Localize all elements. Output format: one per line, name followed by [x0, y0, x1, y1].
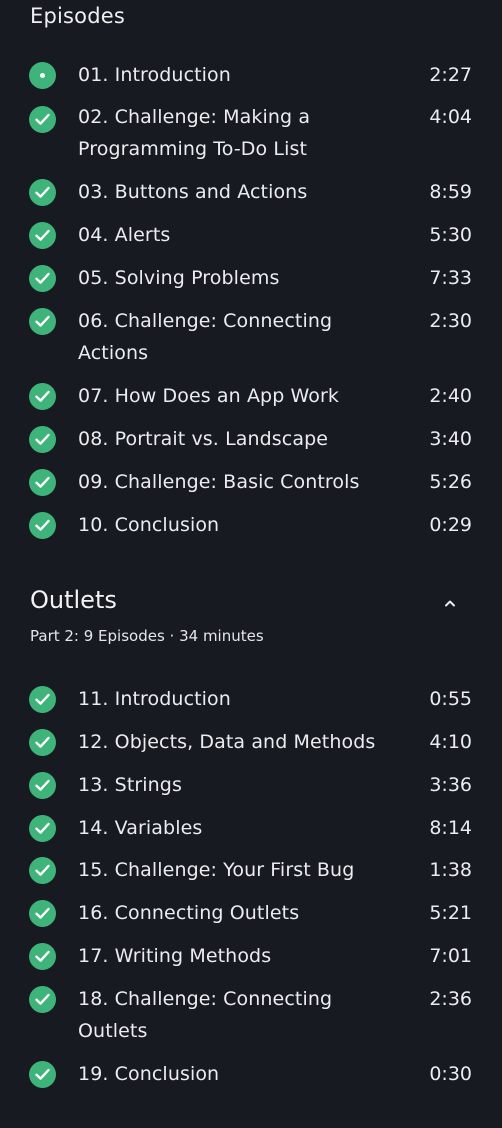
checkmark-icon [29, 1061, 56, 1088]
episode-title: 04. Alerts [78, 224, 171, 246]
episode-duration: 2:30 [429, 310, 472, 332]
checkmark-icon [29, 383, 56, 410]
episode-duration: 0:29 [429, 514, 472, 536]
checkmark-icon [29, 308, 56, 335]
checkmark-icon [29, 106, 56, 133]
checkmark-icon [29, 426, 56, 453]
episode-duration: 4:04 [429, 106, 472, 128]
collapse-section-button[interactable] [438, 594, 462, 614]
checkmark-icon [29, 686, 56, 713]
episode-title: 09. Challenge: Basic Controls [78, 471, 360, 493]
episode-title: 19. Conclusion [78, 1063, 220, 1085]
episode-duration: 1:38 [429, 859, 472, 881]
episode-duration: 7:01 [429, 945, 472, 967]
in-progress-icon [29, 62, 56, 89]
episode-duration: 0:55 [429, 688, 472, 710]
checkmark-icon [29, 943, 56, 970]
episode-duration: 5:26 [429, 471, 472, 493]
section-meta: Part 2: 9 Episodes · 34 minutes [30, 627, 264, 645]
checkmark-icon [29, 815, 56, 842]
episode-duration: 2:40 [429, 385, 472, 407]
episode-duration: 2:27 [429, 64, 472, 86]
checkmark-icon [29, 222, 56, 249]
episode-title: 15. Challenge: Your First Bug [78, 859, 355, 881]
episode-duration: 3:36 [429, 774, 472, 796]
episode-title: 13. Strings [78, 774, 182, 796]
episode-duration: 2:36 [429, 988, 472, 1010]
episode-title: 12. Objects, Data and Methods [78, 731, 376, 753]
checkmark-icon [29, 265, 56, 292]
episode-duration: 8:14 [429, 817, 472, 839]
episode-title: 03. Buttons and Actions [78, 181, 308, 203]
episode-title: 18. Challenge: Connecting Outlets [78, 988, 333, 1042]
episode-title: 05. Solving Problems [78, 267, 280, 289]
checkmark-icon [29, 179, 56, 206]
episode-title: 16. Connecting Outlets [78, 902, 300, 924]
checkmark-icon [29, 469, 56, 496]
checkmark-icon [29, 772, 56, 799]
checkmark-icon [29, 857, 56, 884]
episode-duration: 5:21 [429, 902, 472, 924]
checkmark-icon [29, 900, 56, 927]
checkmark-icon [29, 512, 56, 539]
episode-duration: 4:10 [429, 731, 472, 753]
episode-title: 02. Challenge: Making a Programming To-D… [78, 106, 311, 160]
checkmark-icon [29, 986, 56, 1013]
episode-title: 10. Conclusion [78, 514, 220, 536]
episode-duration: 5:30 [429, 224, 472, 246]
episode-duration: 8:59 [429, 181, 472, 203]
episode-list-page: Episodes 01. Introduction 2:27 02. Chall… [0, 0, 502, 1128]
episode-title: 01. Introduction [78, 64, 231, 86]
episode-duration: 3:40 [429, 428, 472, 450]
episode-title: 17. Writing Methods [78, 945, 272, 967]
episode-title: 06. Challenge: Connecting Actions [78, 310, 333, 364]
chevron-up-icon [445, 600, 455, 607]
section-heading-episodes: Episodes [30, 4, 126, 28]
section-title-outlets: Outlets [30, 586, 117, 614]
episode-duration: 0:30 [429, 1063, 472, 1085]
episode-title: 14. Variables [78, 817, 203, 839]
checkmark-icon [29, 729, 56, 756]
episode-duration: 7:33 [429, 267, 472, 289]
episode-title: 07. How Does an App Work [78, 385, 340, 407]
episode-title: 11. Introduction [78, 688, 231, 710]
episode-title: 08. Portrait vs. Landscape [78, 428, 329, 450]
